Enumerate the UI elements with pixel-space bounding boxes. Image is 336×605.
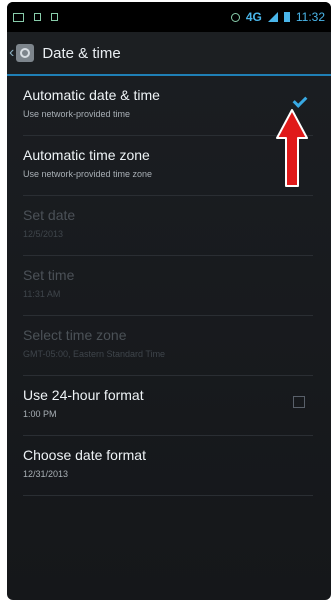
setting-label: Automatic date & time — [23, 87, 160, 103]
setting-summary: 11:31 AM — [23, 289, 61, 299]
setting-label: Set time — [23, 267, 75, 283]
setting-summary: 1:00 PM — [23, 409, 57, 419]
setting-automatic-date-time[interactable]: Automatic date & time Use network-provid… — [23, 76, 313, 136]
setting-summary: 12/31/2013 — [23, 469, 69, 479]
action-bar: ‹ Date & time — [7, 32, 331, 76]
setting-summary: 12/5/2013 — [23, 229, 64, 239]
checkbox-icon[interactable] — [293, 396, 305, 408]
setting-select-time-zone: Select time zone GMT-05:00, Eastern Stan… — [23, 316, 313, 376]
signal-icon — [267, 12, 278, 22]
back-chevron-icon[interactable]: ‹ — [9, 44, 14, 62]
wifi-icon — [34, 13, 41, 21]
setting-automatic-time-zone[interactable]: Automatic time zone Use network-provided… — [23, 136, 313, 196]
status-bar: 4G 11:32 — [7, 2, 331, 32]
setting-use-24-hour-format[interactable]: Use 24-hour format 1:00 PM — [23, 376, 313, 436]
setting-summary: GMT-05:00, Eastern Standard Time — [23, 349, 166, 359]
setting-label: Use 24-hour format — [23, 387, 144, 403]
red-arrow-icon — [276, 109, 308, 187]
setting-choose-date-format[interactable]: Choose date format 12/31/2013 — [23, 436, 313, 496]
alarm-icon — [230, 12, 240, 22]
setting-label: Choose date format — [23, 447, 146, 463]
network-type: 4G — [245, 10, 262, 24]
setting-summary: Use network-provided time — [23, 109, 131, 119]
page-title: Date & time — [42, 44, 121, 62]
status-clock: 11:32 — [295, 10, 325, 24]
setting-label: Automatic time zone — [23, 147, 150, 163]
checkmark-icon[interactable] — [293, 96, 305, 108]
setting-set-date: Set date 12/5/2013 — [23, 196, 313, 256]
gear-icon[interactable] — [16, 44, 35, 62]
sim-icon — [51, 13, 58, 21]
phone-screen: 4G 11:32 ‹ Date & time Automatic date & … — [7, 2, 331, 600]
notification-icon — [13, 12, 24, 22]
setting-label: Set date — [23, 207, 76, 223]
battery-icon — [283, 12, 290, 22]
setting-set-time: Set time 11:31 AM — [23, 256, 313, 316]
setting-label: Select time zone — [23, 327, 127, 343]
setting-summary: Use network-provided time zone — [23, 169, 153, 179]
